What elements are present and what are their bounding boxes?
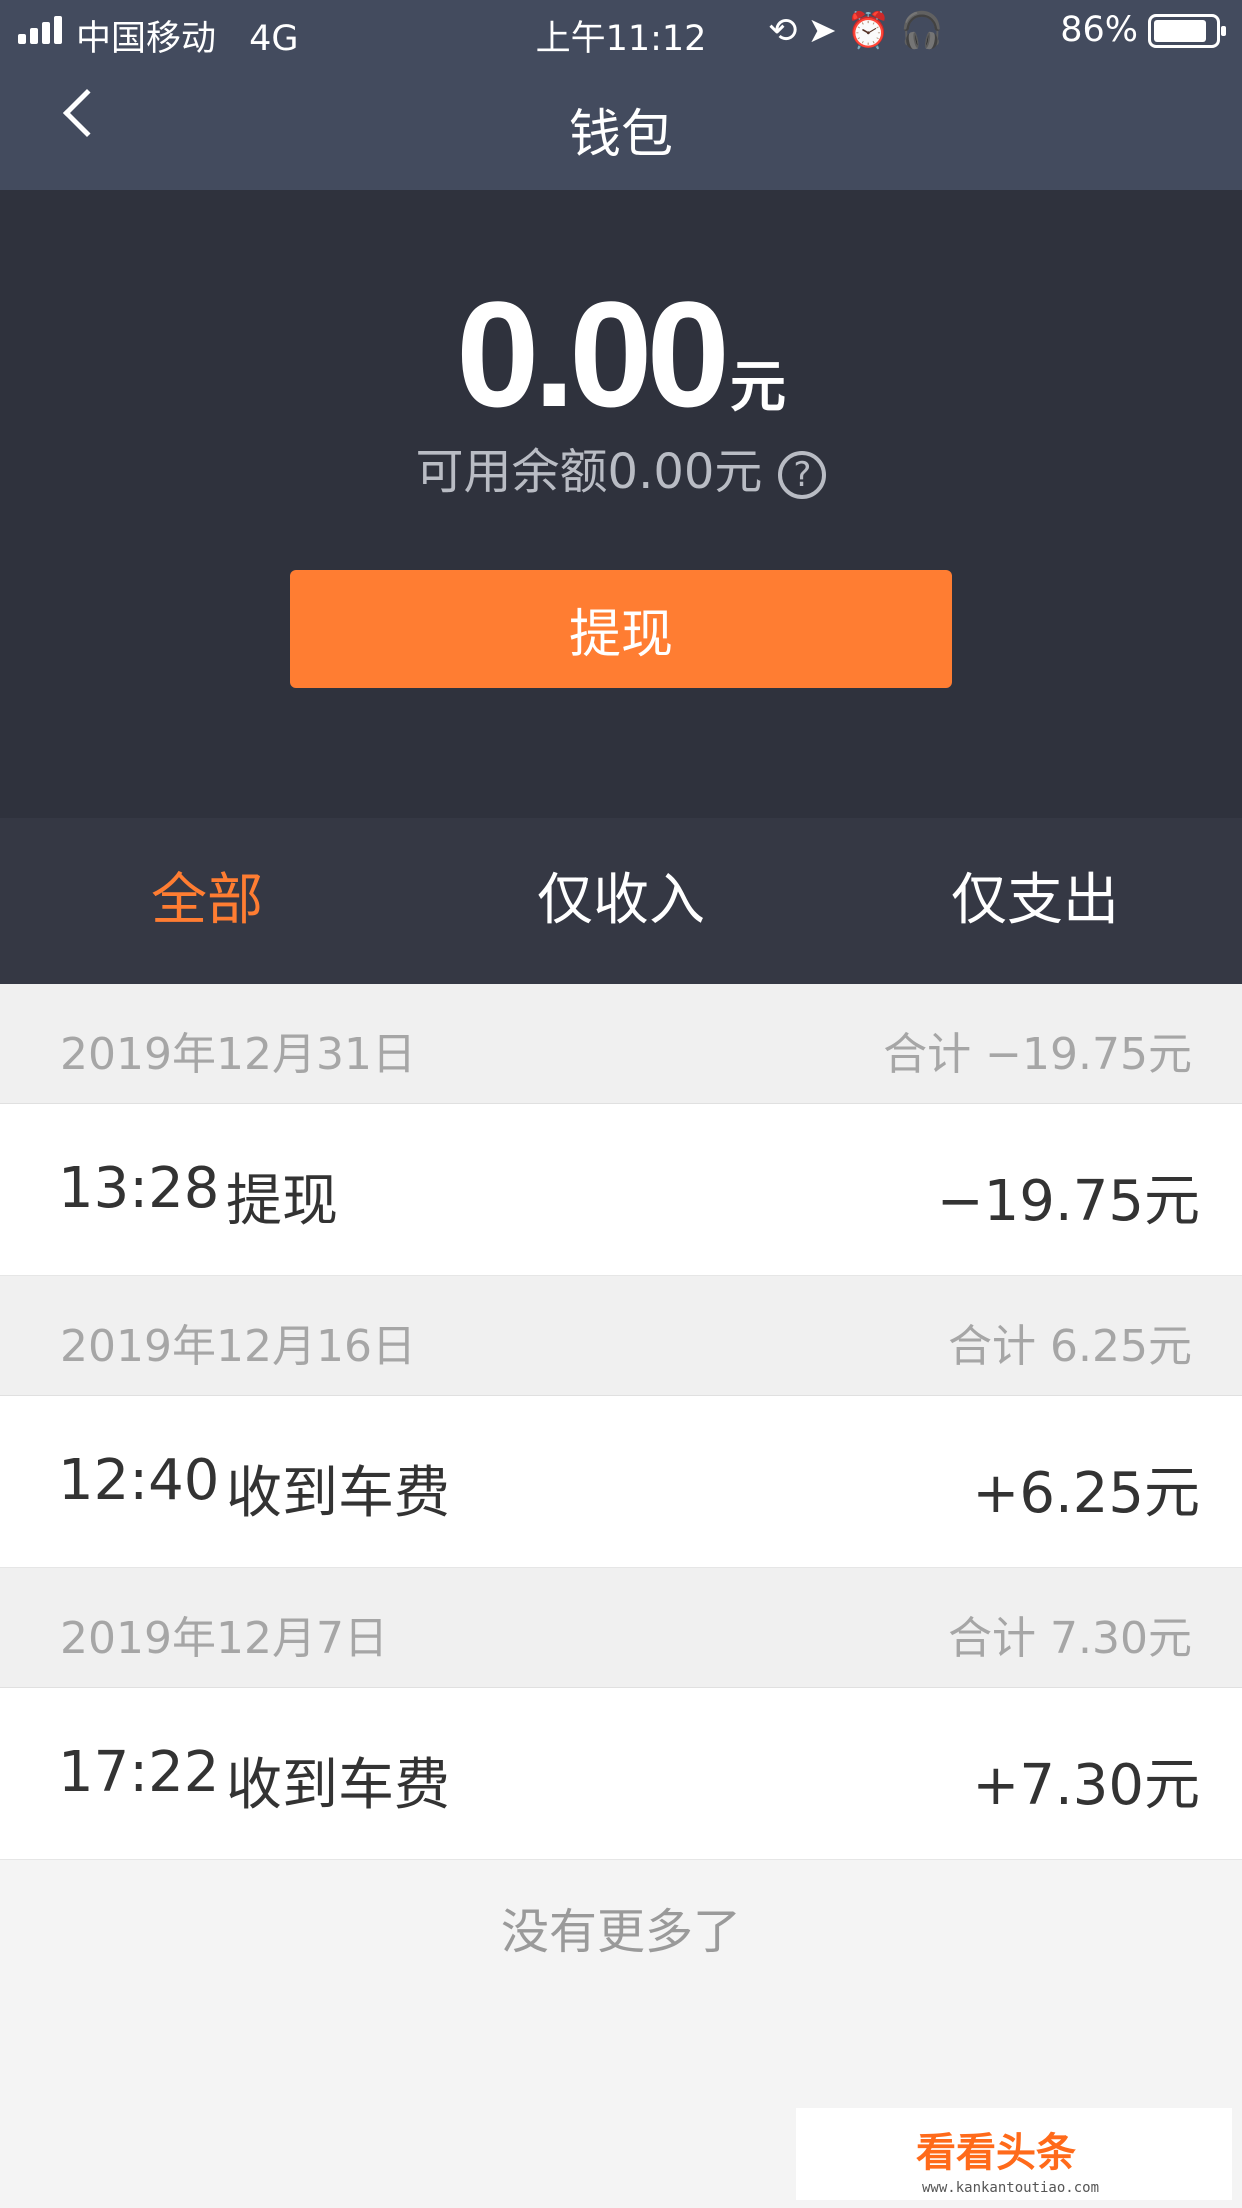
tab-expense-only[interactable]: 仅支出: [828, 818, 1242, 984]
battery-icon: [1148, 14, 1226, 48]
group-total: 合计 6.25元: [948, 1321, 1192, 1372]
transaction-row[interactable]: 12:40 收到车费 +6.25元: [0, 1396, 1242, 1568]
transaction-row[interactable]: 13:28 提现 −19.75元: [0, 1104, 1242, 1276]
page-title: 钱包: [568, 105, 673, 165]
headphones-icon: 🎧: [900, 11, 954, 51]
watermark-url: www.kankantoutiao.com: [922, 2180, 1100, 2196]
status-time: 上午11:12: [535, 19, 707, 59]
date-group-header: 2019年12月16日 合计 6.25元: [0, 1276, 1242, 1396]
transaction-row[interactable]: 17:22 收到车费 +7.30元: [0, 1688, 1242, 1860]
date-group-header: 2019年12月7日 合计 7.30元: [0, 1568, 1242, 1688]
status-icons: ⟲➤⏰🎧: [768, 10, 954, 51]
transaction-description: 提现: [226, 1169, 338, 1234]
top-bar: 中国移动 4G 上午11:12 ⟲➤⏰🎧 86% 钱包: [0, 0, 1242, 190]
balance-panel: 0.00 元 可用余额0.00元? 提现: [0, 190, 1242, 818]
filter-tabs: 全部 仅收入 仅支出: [0, 818, 1242, 984]
balance-value: 0.00: [456, 270, 730, 438]
withdraw-button[interactable]: 提现: [290, 570, 952, 688]
status-bar: 中国移动 4G 上午11:12 ⟲➤⏰🎧 86%: [0, 0, 1242, 62]
available-balance-text: 可用余额0.00元: [415, 444, 763, 500]
help-icon[interactable]: ?: [778, 451, 827, 499]
group-date: 2019年12月31日: [60, 1029, 416, 1080]
battery-level-fill: [1154, 20, 1206, 42]
transaction-amount: +7.30元: [972, 1753, 1200, 1818]
watermark-title: 看看头条: [916, 2130, 1076, 2176]
transaction-time: 12:40: [58, 1448, 220, 1513]
transaction-list: 2019年12月31日 合计 −19.75元 13:28 提现 −19.75元 …: [0, 984, 1242, 1860]
balance-unit: 元: [729, 355, 786, 420]
watermark-logo: 看看头条 www.kankantoutiao.com: [796, 2108, 1232, 2200]
transaction-description: 收到车费: [226, 1461, 450, 1526]
transaction-time: 17:22: [58, 1740, 220, 1805]
transaction-amount: +6.25元: [972, 1461, 1200, 1526]
location-icon: ➤: [807, 11, 847, 51]
available-balance: 可用余额0.00元?: [0, 432, 1242, 502]
group-date: 2019年12月16日: [60, 1321, 416, 1372]
tab-income-only[interactable]: 仅收入: [414, 818, 828, 984]
battery-percent: 86%: [1060, 10, 1138, 50]
date-group-header: 2019年12月31日 合计 −19.75元: [0, 984, 1242, 1104]
group-total: 合计 −19.75元: [883, 1029, 1192, 1080]
orientation-lock-icon: ⟲: [768, 11, 808, 51]
tab-all[interactable]: 全部: [0, 818, 414, 984]
transaction-description: 收到车费: [226, 1753, 450, 1818]
no-more-note: 没有更多了: [500, 1904, 741, 1960]
group-date: 2019年12月7日: [60, 1613, 388, 1664]
balance-amount: 0.00 元: [0, 268, 1242, 441]
alarm-icon: ⏰: [846, 11, 901, 51]
transaction-time: 13:28: [58, 1156, 220, 1221]
group-total: 合计 7.30元: [948, 1613, 1192, 1664]
transaction-amount: −19.75元: [936, 1169, 1200, 1234]
